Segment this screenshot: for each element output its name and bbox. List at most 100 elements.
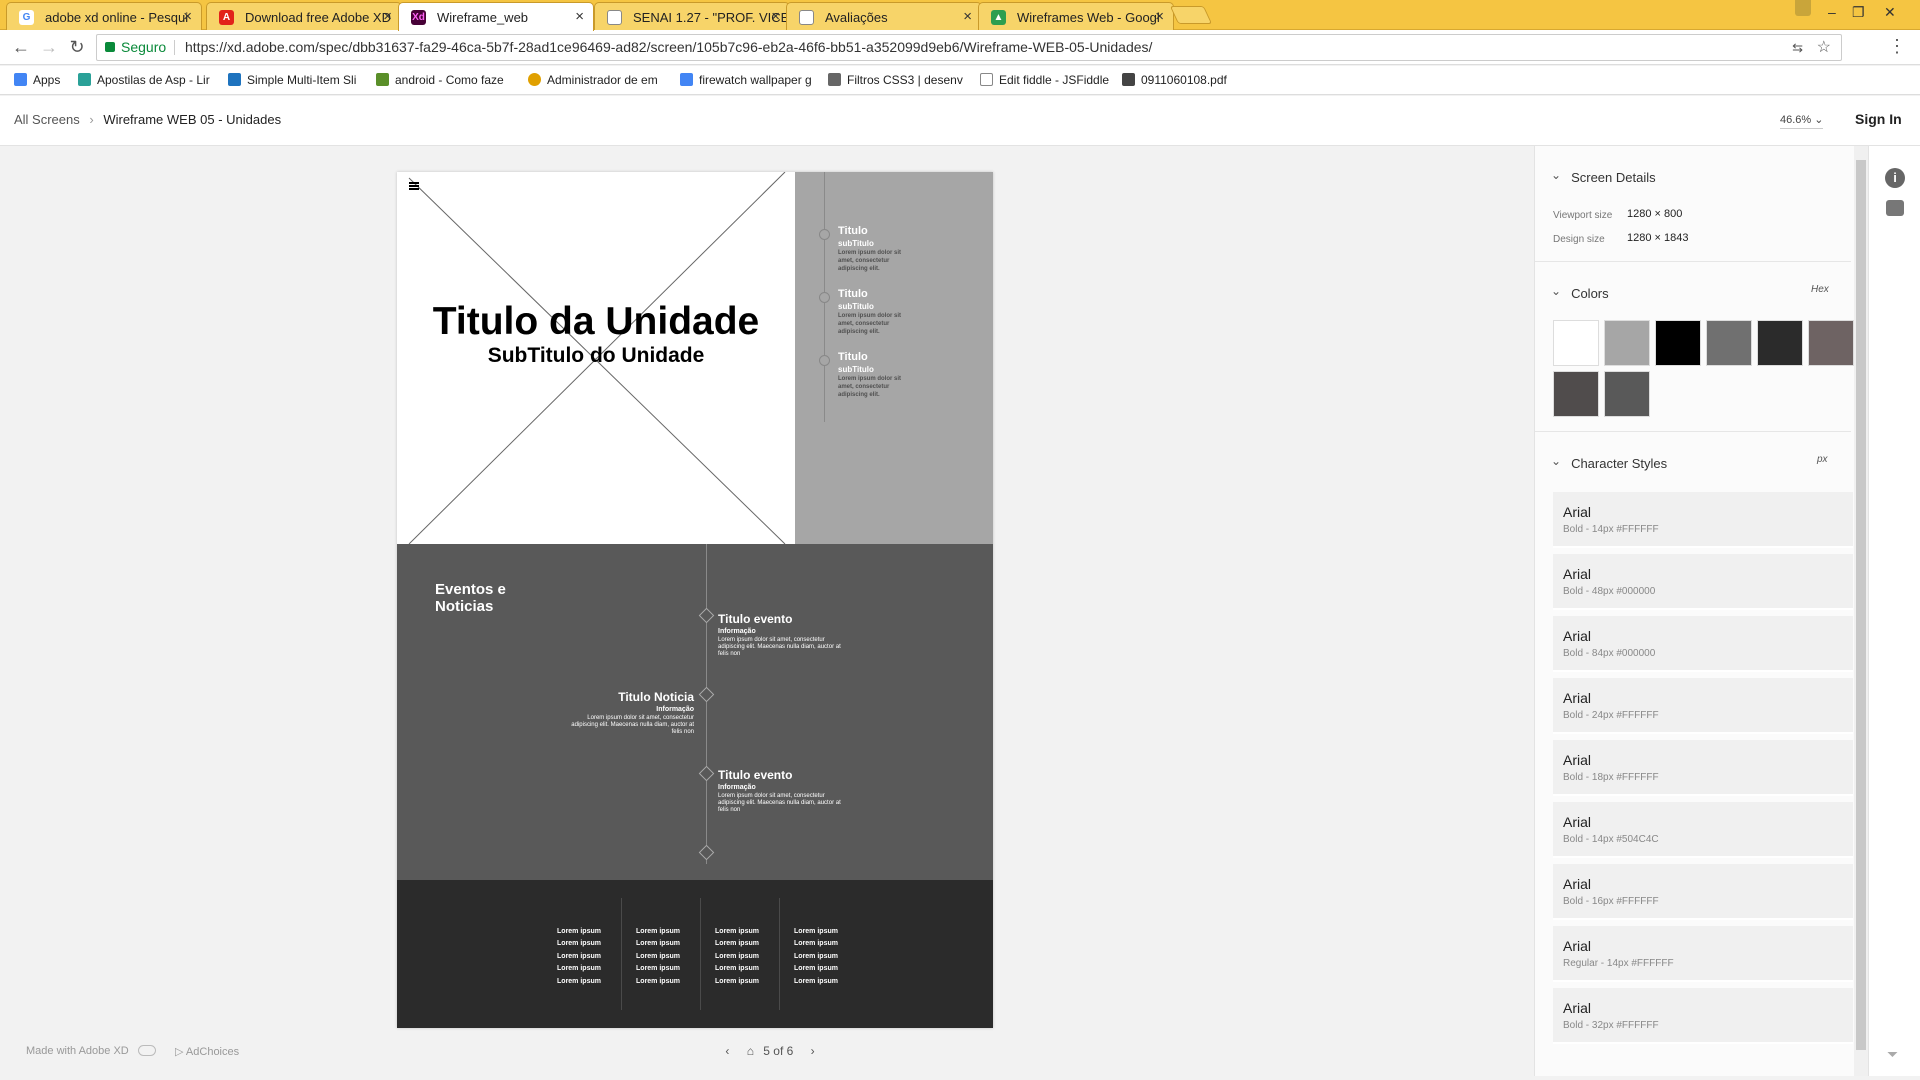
- character-style-desc: Bold - 18px #FFFFFF: [1563, 772, 1659, 783]
- close-window-icon[interactable]: ✕: [1884, 4, 1896, 21]
- comment-icon[interactable]: [1886, 200, 1904, 216]
- bookmark-filtros-css3[interactable]: Filtros CSS3 | desenv: [828, 73, 963, 87]
- artboard-preview[interactable]: Titulo da Unidade SubTitulo do Unidade T…: [397, 172, 993, 1028]
- side-timeline: Titulo subTitulo Lorem ipsum dolor sit a…: [795, 172, 993, 544]
- color-swatch[interactable]: [1553, 320, 1599, 366]
- character-style-font: Arial: [1563, 752, 1592, 768]
- bookmark-administrador[interactable]: Administrador de em: [528, 73, 658, 87]
- tab-wireframe-web[interactable]: Xd Wireframe_web ×: [398, 2, 594, 31]
- character-styles-heading[interactable]: Character Styles: [1551, 456, 1667, 471]
- panel-scrollbar[interactable]: [1854, 146, 1868, 1076]
- footer-link: Lorem ipsum: [557, 928, 601, 935]
- adchoices-link[interactable]: ▷ AdChoices: [175, 1045, 239, 1058]
- character-style-item[interactable]: Arial Bold - 32px #FFFFFF: [1553, 988, 1853, 1044]
- bookmark-star-icon[interactable]: ☆: [1817, 35, 1831, 60]
- character-style-item[interactable]: Arial Bold - 16px #FFFFFF: [1553, 864, 1853, 920]
- character-style-item[interactable]: Arial Bold - 14px #504C4C: [1553, 802, 1853, 858]
- bookmark-apostilas[interactable]: Apostilas de Asp - Lir: [78, 73, 210, 87]
- color-swatch[interactable]: [1757, 320, 1803, 366]
- filter-icon[interactable]: ⏷: [1887, 1046, 1898, 1063]
- color-swatch[interactable]: [1706, 320, 1752, 366]
- breadcrumb: All Screens › Wireframe WEB 05 - Unidade…: [14, 112, 281, 127]
- character-styles-section: Character Styles px Arial Bold - 14px #FF…: [1535, 432, 1853, 1072]
- character-style-item[interactable]: Arial Bold - 14px #FFFFFF: [1553, 492, 1853, 548]
- minimize-icon[interactable]: –: [1828, 4, 1836, 20]
- character-style-item[interactable]: Arial Bold - 24px #FFFFFF: [1553, 678, 1853, 734]
- tab-download-adobe-xd[interactable]: A Download free Adobe XD ×: [206, 2, 402, 30]
- color-swatch[interactable]: [1655, 320, 1701, 366]
- tab-senai[interactable]: SENAI 1.27 - "PROF. VICE ×: [594, 2, 790, 30]
- home-icon[interactable]: ⌂: [747, 1044, 754, 1058]
- xd-bottom-bar: Made with Adobe XD ▷ AdChoices ‹ ⌂ 5 of …: [0, 1040, 1534, 1070]
- character-style-item[interactable]: Arial Bold - 48px #000000: [1553, 554, 1853, 610]
- browser-menu-icon[interactable]: ⋮: [1888, 36, 1906, 57]
- color-swatch[interactable]: [1604, 371, 1650, 417]
- close-tab-icon[interactable]: ×: [575, 8, 584, 25]
- screen-details-heading[interactable]: Screen Details: [1551, 170, 1656, 185]
- close-tab-icon[interactable]: ×: [1155, 8, 1164, 25]
- bookmark-android[interactable]: android - Como faze: [376, 73, 504, 87]
- made-with-xd-link[interactable]: Made with Adobe XD: [26, 1045, 156, 1057]
- breadcrumb-all-screens[interactable]: All Screens: [14, 112, 80, 127]
- scrollbar-thumb[interactable]: [1856, 160, 1866, 1050]
- side-item-title: Titulo: [838, 225, 868, 237]
- side-item-text: Lorem ipsum dolor sit amet, consectetur …: [838, 313, 902, 335]
- apps-grid-icon: [14, 73, 27, 86]
- color-swatch[interactable]: [1808, 320, 1854, 366]
- bookmark-apps[interactable]: Apps: [14, 73, 60, 87]
- footer-link: Lorem ipsum: [636, 965, 680, 973]
- side-item-text: Lorem ipsum dolor sit amet, consectetur …: [838, 376, 902, 398]
- close-tab-icon[interactable]: ×: [183, 8, 192, 25]
- viewport-label: Viewport size: [1553, 210, 1613, 221]
- tab-title: Download free Adobe XD: [245, 10, 391, 25]
- tab-adobe-xd-online[interactable]: G adobe xd online - Pesqui ×: [6, 2, 202, 30]
- news-info: Informação: [656, 706, 694, 713]
- hamburger-menu-icon[interactable]: [409, 182, 419, 190]
- color-swatch[interactable]: [1604, 320, 1650, 366]
- event-text: Lorem ipsum dolor sit amet, consectetur …: [718, 793, 841, 813]
- sign-in-link[interactable]: Sign In: [1855, 111, 1902, 127]
- character-style-font: Arial: [1563, 628, 1592, 644]
- reload-icon[interactable]: ↻: [66, 37, 88, 58]
- character-style-font: Arial: [1563, 504, 1592, 520]
- translate-icon[interactable]: ⇆: [1792, 35, 1803, 60]
- back-icon[interactable]: ←: [10, 37, 32, 58]
- footer-link: Lorem ipsum: [557, 952, 601, 960]
- news-title: Titulo Noticia: [618, 690, 694, 704]
- timeline-line: [706, 544, 707, 864]
- url-text[interactable]: https://xd.adobe.com/spec/dbb31637-fa29-…: [185, 35, 1152, 60]
- bookmark-pdf[interactable]: 0911060108.pdf: [1122, 73, 1227, 87]
- info-icon[interactable]: i: [1885, 168, 1905, 188]
- close-tab-icon[interactable]: ×: [963, 8, 972, 25]
- zoom-select[interactable]: 46.6% ⌄: [1780, 113, 1824, 129]
- restore-icon[interactable]: ❐: [1852, 4, 1865, 21]
- event-text: Lorem ipsum dolor sit amet, consectetur …: [718, 637, 841, 657]
- new-tab-button[interactable]: [1169, 6, 1213, 24]
- bookmark-jsfiddle[interactable]: Edit fiddle - JSFiddle: [980, 73, 1109, 87]
- character-style-desc: Bold - 24px #FFFFFF: [1563, 710, 1659, 721]
- color-swatch[interactable]: [1553, 371, 1599, 417]
- close-tab-icon[interactable]: ×: [771, 8, 780, 25]
- color-format-select[interactable]: Hex: [1811, 284, 1829, 295]
- profile-icon[interactable]: [1795, 0, 1811, 16]
- unit-select[interactable]: px: [1817, 454, 1828, 465]
- bookmarks-bar: Apps Apostilas de Asp - Lir Simple Multi…: [0, 66, 1920, 95]
- bookmark-simple-multi-item[interactable]: Simple Multi-Item Sli: [228, 73, 356, 87]
- tab-avaliacoes[interactable]: Avaliações ×: [786, 2, 982, 30]
- prev-screen-icon[interactable]: ‹: [725, 1044, 729, 1058]
- page-icon: [799, 10, 814, 25]
- omnibox[interactable]: Seguro https://xd.adobe.com/spec/dbb3163…: [96, 34, 1842, 61]
- character-style-item[interactable]: Arial Regular - 14px #FFFFFF: [1553, 926, 1853, 982]
- tab-wireframes-web-google[interactable]: ▲ Wireframes Web - Googl ×: [978, 2, 1174, 30]
- character-style-item[interactable]: Arial Bold - 18px #FFFFFF: [1553, 740, 1853, 796]
- forward-icon[interactable]: →: [38, 37, 60, 58]
- colors-heading[interactable]: Colors: [1551, 286, 1609, 301]
- timeline-diamond-icon: [698, 765, 715, 782]
- character-style-item[interactable]: Arial Bold - 84px #000000: [1553, 616, 1853, 672]
- tab-title: Wireframe_web: [437, 10, 529, 25]
- close-tab-icon[interactable]: ×: [383, 8, 392, 25]
- side-item-title: Titulo: [838, 351, 868, 363]
- events-section: Eventos e Noticias Titulo evento Informa…: [397, 544, 993, 880]
- next-screen-icon[interactable]: ›: [811, 1044, 815, 1058]
- bookmark-firewatch[interactable]: firewatch wallpaper g: [680, 73, 812, 87]
